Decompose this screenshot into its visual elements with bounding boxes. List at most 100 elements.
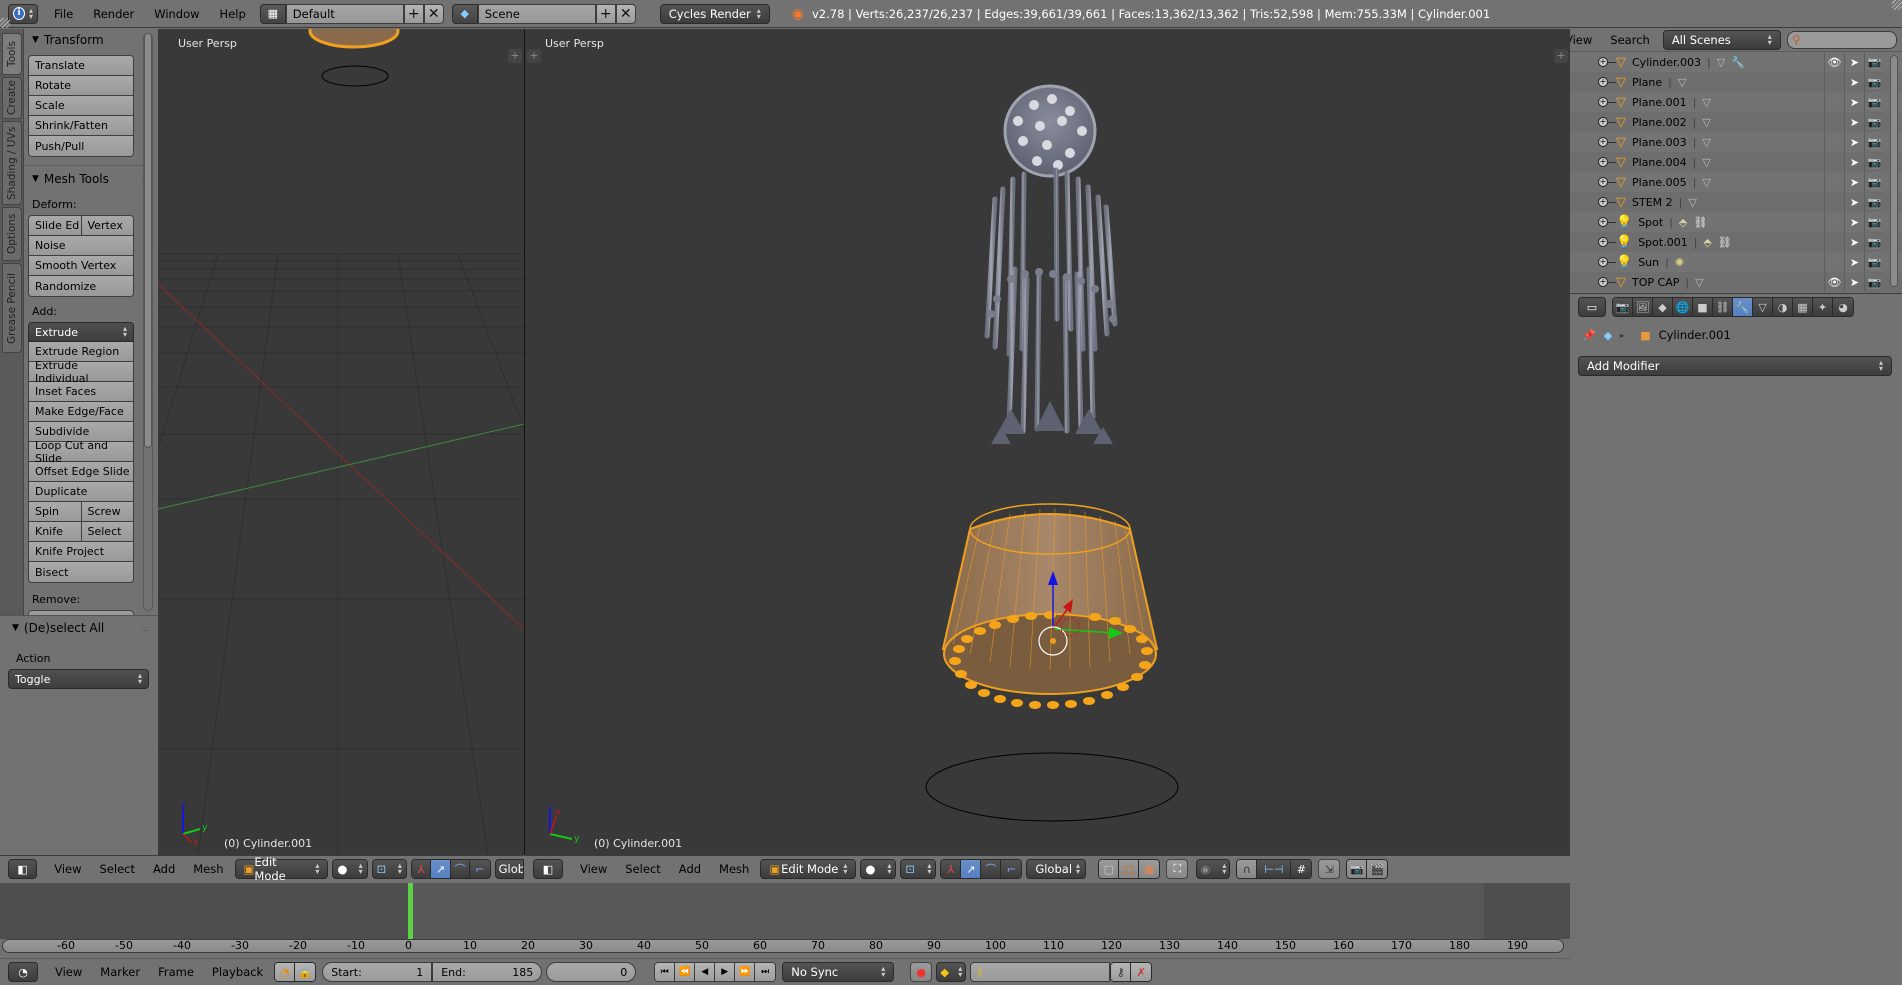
select-cursor-icon[interactable]: ➤ bbox=[1844, 92, 1864, 112]
mode-dropdown[interactable]: ▣ Edit Mode ▴ ▾ bbox=[234, 855, 329, 883]
expand-icon[interactable]: + bbox=[1598, 257, 1608, 267]
select-cursor-icon[interactable]: ➤ bbox=[1844, 52, 1864, 72]
render-camera-icon[interactable]: 📷 bbox=[1864, 52, 1884, 72]
bisect-button[interactable]: Bisect bbox=[29, 562, 133, 582]
mode-dropdown[interactable]: ▣ Edit Mode ▴ ▾ bbox=[760, 859, 857, 879]
outliner-search-input[interactable]: ⚲ bbox=[1786, 31, 1897, 49]
outliner-item[interactable]: + ▽ Plane.005 | ▽ ◠ ➤ 📷 bbox=[1570, 172, 1902, 192]
menu-help[interactable]: Help bbox=[210, 7, 256, 21]
menu-view[interactable]: View bbox=[45, 862, 90, 876]
menu-marker[interactable]: Marker bbox=[91, 965, 149, 979]
timeline-scrollbar[interactable]: -60 -50 -40 -30 -20 -10 0 10 20 30 40 50 60 70 80 90 100… bbox=[2, 939, 1564, 953]
select-cursor-icon[interactable]: ➤ bbox=[1844, 132, 1864, 152]
face-select-icon[interactable]: ■ bbox=[1139, 860, 1160, 878]
slide-vertex-button[interactable]: Vertex bbox=[80, 216, 134, 235]
data-tab-icon[interactable]: ▽ bbox=[1753, 298, 1773, 316]
delete-layout-button[interactable]: ✕ bbox=[423, 3, 444, 24]
knife-button[interactable]: Knife bbox=[29, 522, 81, 541]
knife-select-button[interactable]: Select bbox=[80, 522, 134, 541]
pivot-dropdown[interactable]: ⊡ ▴ ▾ bbox=[900, 859, 937, 879]
outliner-item[interactable]: + ▽ Plane.004 | ▽ ◠ ➤ 📷 bbox=[1570, 152, 1902, 172]
mesh-data-icon[interactable]: ▽ bbox=[1678, 76, 1686, 89]
outliner-item[interactable]: + ▽ Plane.003 | ▽ ◠ ➤ 📷 bbox=[1570, 132, 1902, 152]
insert-keyframe-icon[interactable]: ⚷ bbox=[1111, 963, 1132, 981]
keying-mode-dropdown[interactable]: ◆ ▴ ▾ bbox=[936, 962, 967, 982]
render-camera-icon[interactable]: 📷 bbox=[1864, 152, 1884, 172]
menu-mesh[interactable]: Mesh bbox=[710, 862, 758, 876]
expand-icon[interactable]: + bbox=[1598, 77, 1608, 87]
extrude-dropdown[interactable]: Extrude ▴ ▾ bbox=[28, 322, 134, 342]
constraint-icon[interactable]: ⛓ bbox=[1693, 216, 1707, 229]
expand-icon[interactable]: + bbox=[1598, 157, 1608, 167]
add-modifier-dropdown[interactable]: Add Modifier ▴ ▾ bbox=[1578, 356, 1892, 376]
make-edge-face-button[interactable]: Make Edge/Face bbox=[29, 402, 133, 422]
inset-faces-button[interactable]: Inset Faces bbox=[29, 382, 133, 402]
shading-dropdown[interactable]: ● ▴ ▾ bbox=[332, 859, 368, 879]
outliner-item[interactable]: + ▽ Plane.002 | ▽ ◠ ➤ 📷 bbox=[1570, 112, 1902, 132]
render-engine-dropdown[interactable]: Cycles Render ▴ ▾ bbox=[659, 3, 770, 24]
select-cursor-icon[interactable]: ➤ bbox=[1844, 112, 1864, 132]
noise-button[interactable]: Noise bbox=[29, 236, 133, 256]
editor-type-button[interactable]: i ▴ ▾ bbox=[8, 3, 38, 24]
mesh-tools-panel-header[interactable]: ▼Mesh Tools:::: bbox=[24, 168, 158, 190]
extrude-individual-button[interactable]: Extrude Individual bbox=[29, 359, 133, 385]
menu-add[interactable]: Add bbox=[144, 862, 184, 876]
scene-browse[interactable]: ◆ bbox=[451, 3, 478, 24]
screen-layout-browse[interactable]: ▦ bbox=[259, 3, 286, 24]
start-frame-field[interactable]: Start: 1 bbox=[322, 962, 433, 982]
render-layers-tab-icon[interactable]: 🖼 bbox=[1633, 298, 1653, 316]
eye-closed-icon[interactable]: ◠ bbox=[1824, 172, 1844, 192]
render-image-icon[interactable]: 📷 bbox=[1347, 860, 1368, 878]
select-cursor-icon[interactable]: ➤ bbox=[1844, 252, 1864, 272]
push-pull-button[interactable]: Push/Pull bbox=[29, 136, 133, 156]
outliner-item[interactable]: + 💡 Spot | ⬘ ⛓ ◠ ➤ 📷 bbox=[1570, 212, 1902, 232]
snap-element-icon[interactable]: ⊢⊣ bbox=[1257, 860, 1292, 878]
play-icon[interactable]: ▶ bbox=[715, 963, 736, 981]
manipulator-toggle-icon[interactable]: ⅄ bbox=[941, 860, 962, 878]
delete-keyframe-icon[interactable]: ✗ bbox=[1131, 963, 1152, 981]
mesh-data-icon[interactable]: ▽ bbox=[1702, 136, 1710, 149]
mesh-data-icon[interactable]: ▽ bbox=[1702, 96, 1710, 109]
viewport-left[interactable]: z y x User Persp (0) Cylinder.001 + bbox=[158, 29, 524, 855]
lock-icon[interactable]: 🔒 bbox=[295, 963, 316, 981]
eye-closed-icon[interactable]: ◠ bbox=[1824, 232, 1844, 252]
translate-button[interactable]: Translate bbox=[29, 56, 133, 76]
add-scene-button[interactable]: + bbox=[595, 3, 616, 24]
render-camera-icon[interactable]: 📷 bbox=[1864, 252, 1884, 272]
mesh-data-icon[interactable]: ▽ bbox=[1702, 156, 1710, 169]
constraints-tab-icon[interactable]: ⛓ bbox=[1713, 298, 1733, 316]
menu-view[interactable]: View bbox=[571, 862, 616, 876]
scale-manipulator-icon[interactable]: ⌐ bbox=[1001, 860, 1022, 878]
constraint-icon[interactable]: ⛓ bbox=[1718, 236, 1732, 249]
editor-type-button[interactable]: ◔ bbox=[8, 962, 38, 982]
area-split-handle[interactable] bbox=[1892, 0, 1902, 10]
render-camera-icon[interactable]: 📷 bbox=[1864, 272, 1884, 292]
menu-render[interactable]: Render bbox=[83, 7, 144, 21]
physics-tab-icon[interactable]: ◕ bbox=[1833, 298, 1853, 316]
editor-type-button[interactable]: ◧ bbox=[8, 859, 38, 879]
eye-closed-icon[interactable]: ◠ bbox=[1824, 192, 1844, 212]
jump-start-icon[interactable]: ⏮ bbox=[655, 963, 676, 981]
smooth-vertex-button[interactable]: Smooth Vertex bbox=[29, 256, 133, 276]
tab-options[interactable]: Options bbox=[2, 207, 22, 261]
menu-add[interactable]: Add bbox=[670, 862, 710, 876]
expand-icon[interactable]: + bbox=[1598, 97, 1608, 107]
play-reverse-icon[interactable]: ◀ bbox=[695, 963, 716, 981]
keying-set-field[interactable]: ⚷ bbox=[970, 962, 1111, 982]
expand-properties-button[interactable]: + bbox=[508, 49, 522, 63]
spot-lamp-icon[interactable]: ⬘ bbox=[1703, 236, 1711, 249]
render-animation-icon[interactable]: 🎬 bbox=[1367, 860, 1388, 878]
expand-icon[interactable]: + bbox=[1598, 57, 1608, 67]
orientation-dropdown[interactable]: Global ▴ ▾ bbox=[1026, 859, 1087, 879]
tab-grease-pencil[interactable]: Grease Pencil bbox=[2, 263, 22, 353]
render-camera-icon[interactable]: 📷 bbox=[1864, 212, 1884, 232]
render-camera-icon[interactable]: 📷 bbox=[1864, 232, 1884, 252]
outliner-item[interactable]: + 💡 Sun | ✺ ◠ ➤ 📷 bbox=[1570, 252, 1902, 272]
texture-tab-icon[interactable]: ▦ bbox=[1793, 298, 1813, 316]
snap-toggle-icon[interactable]: ∩ bbox=[1237, 860, 1258, 878]
mesh-data-icon[interactable]: ▽ bbox=[1688, 196, 1696, 209]
eye-open-icon[interactable]: 👁 bbox=[1824, 272, 1844, 292]
object-tab-icon[interactable]: ■ bbox=[1693, 298, 1713, 316]
preview-range-icon[interactable]: ◔ bbox=[275, 963, 296, 981]
mesh-data-icon[interactable]: ▽ bbox=[1702, 116, 1710, 129]
